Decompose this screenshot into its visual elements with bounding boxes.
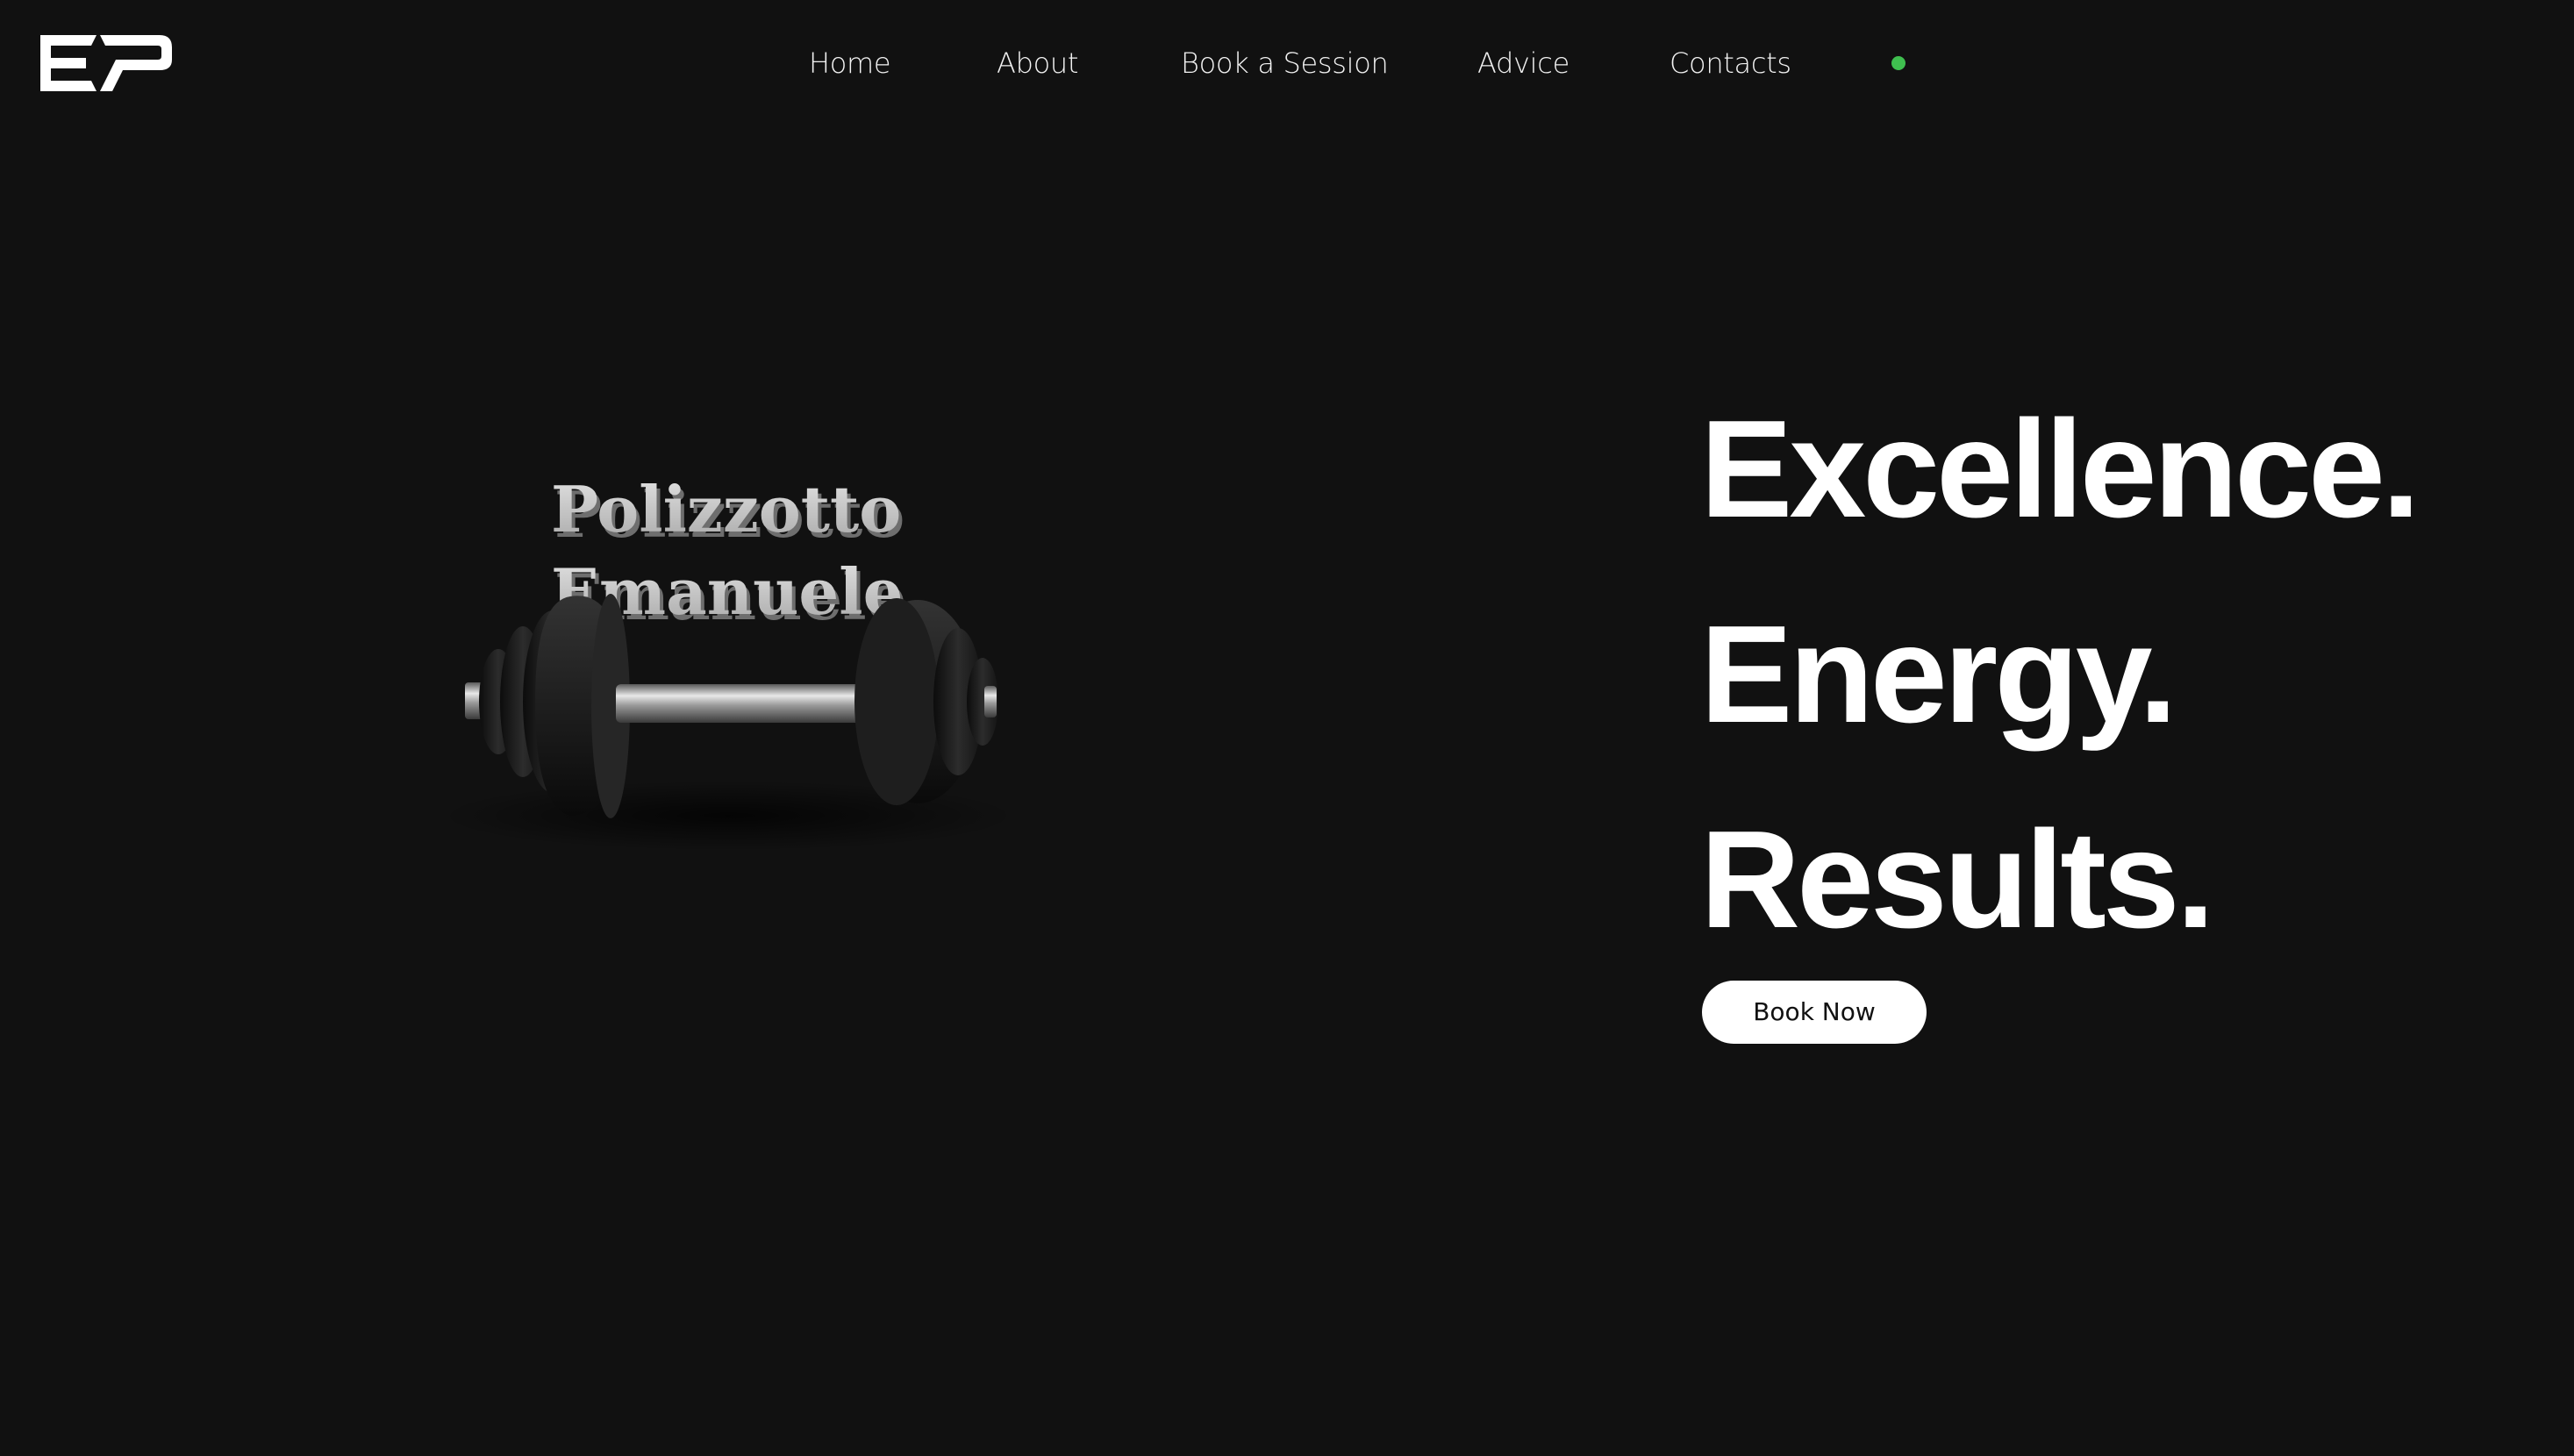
dumbbell-icon: Polizzotto Polizzotto Emanuele Emanuele (439, 472, 1018, 851)
nav-book-a-session[interactable]: Book a Session (1181, 40, 1389, 86)
book-now-button[interactable]: Book Now (1702, 981, 1927, 1044)
main-nav: Home About Book a Session Advice Contact… (0, 40, 2574, 86)
headline-line-2: Energy. (1700, 597, 2177, 752)
headline-line-3: Results. (1700, 803, 2215, 957)
headline-line-1: Excellence. (1700, 392, 2420, 546)
landing-page: Home About Book a Session Advice Contact… (0, 0, 2574, 1456)
status-dot-icon (1891, 56, 1905, 70)
nav-home[interactable]: Home (809, 40, 891, 86)
nav-about[interactable]: About (997, 40, 1078, 86)
nav-contacts[interactable]: Contacts (1670, 40, 1791, 86)
nav-advice[interactable]: Advice (1477, 40, 1569, 86)
name-line1: Polizzotto (551, 472, 901, 546)
